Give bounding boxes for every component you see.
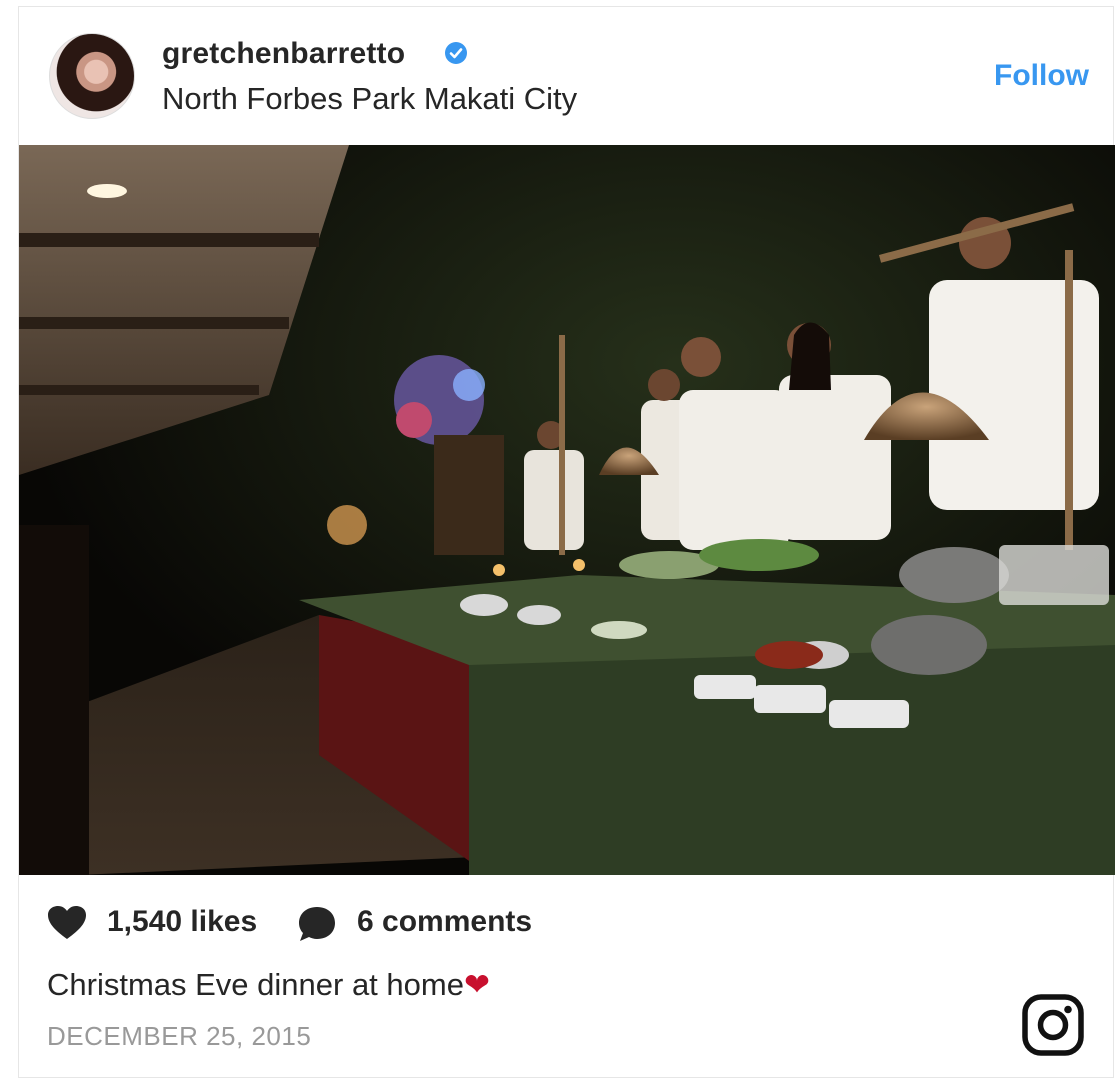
post-location[interactable]: North Forbes Park Makati City xyxy=(162,81,577,117)
username[interactable]: gretchenbarretto xyxy=(162,37,405,71)
post-actions: 1,540 likes 6 comments xyxy=(47,903,747,945)
post-photo[interactable] xyxy=(19,145,1115,875)
follow-button[interactable]: Follow xyxy=(994,59,1089,93)
likes-count[interactable]: 1,540 likes xyxy=(107,905,257,939)
heart-icon[interactable] xyxy=(47,905,87,941)
verified-badge-icon xyxy=(445,42,467,64)
instagram-post-card: gretchenbarretto North Forbes Park Makat… xyxy=(18,6,1115,1078)
avatar[interactable] xyxy=(49,33,135,119)
post-caption: Christmas Eve dinner at home❤ xyxy=(47,967,490,1003)
post-header: gretchenbarretto North Forbes Park Makat… xyxy=(19,7,1113,145)
comment-bubble-icon[interactable] xyxy=(297,905,337,943)
post-date[interactable]: DECEMBER 25, 2015 xyxy=(47,1021,311,1052)
instagram-icon[interactable] xyxy=(1021,993,1085,1057)
caption-text: Christmas Eve dinner at home xyxy=(47,967,464,1002)
heart-emoji: ❤ xyxy=(463,967,490,1002)
comments-count[interactable]: 6 comments xyxy=(357,905,532,939)
buffet-photo-illustration xyxy=(19,145,1115,875)
